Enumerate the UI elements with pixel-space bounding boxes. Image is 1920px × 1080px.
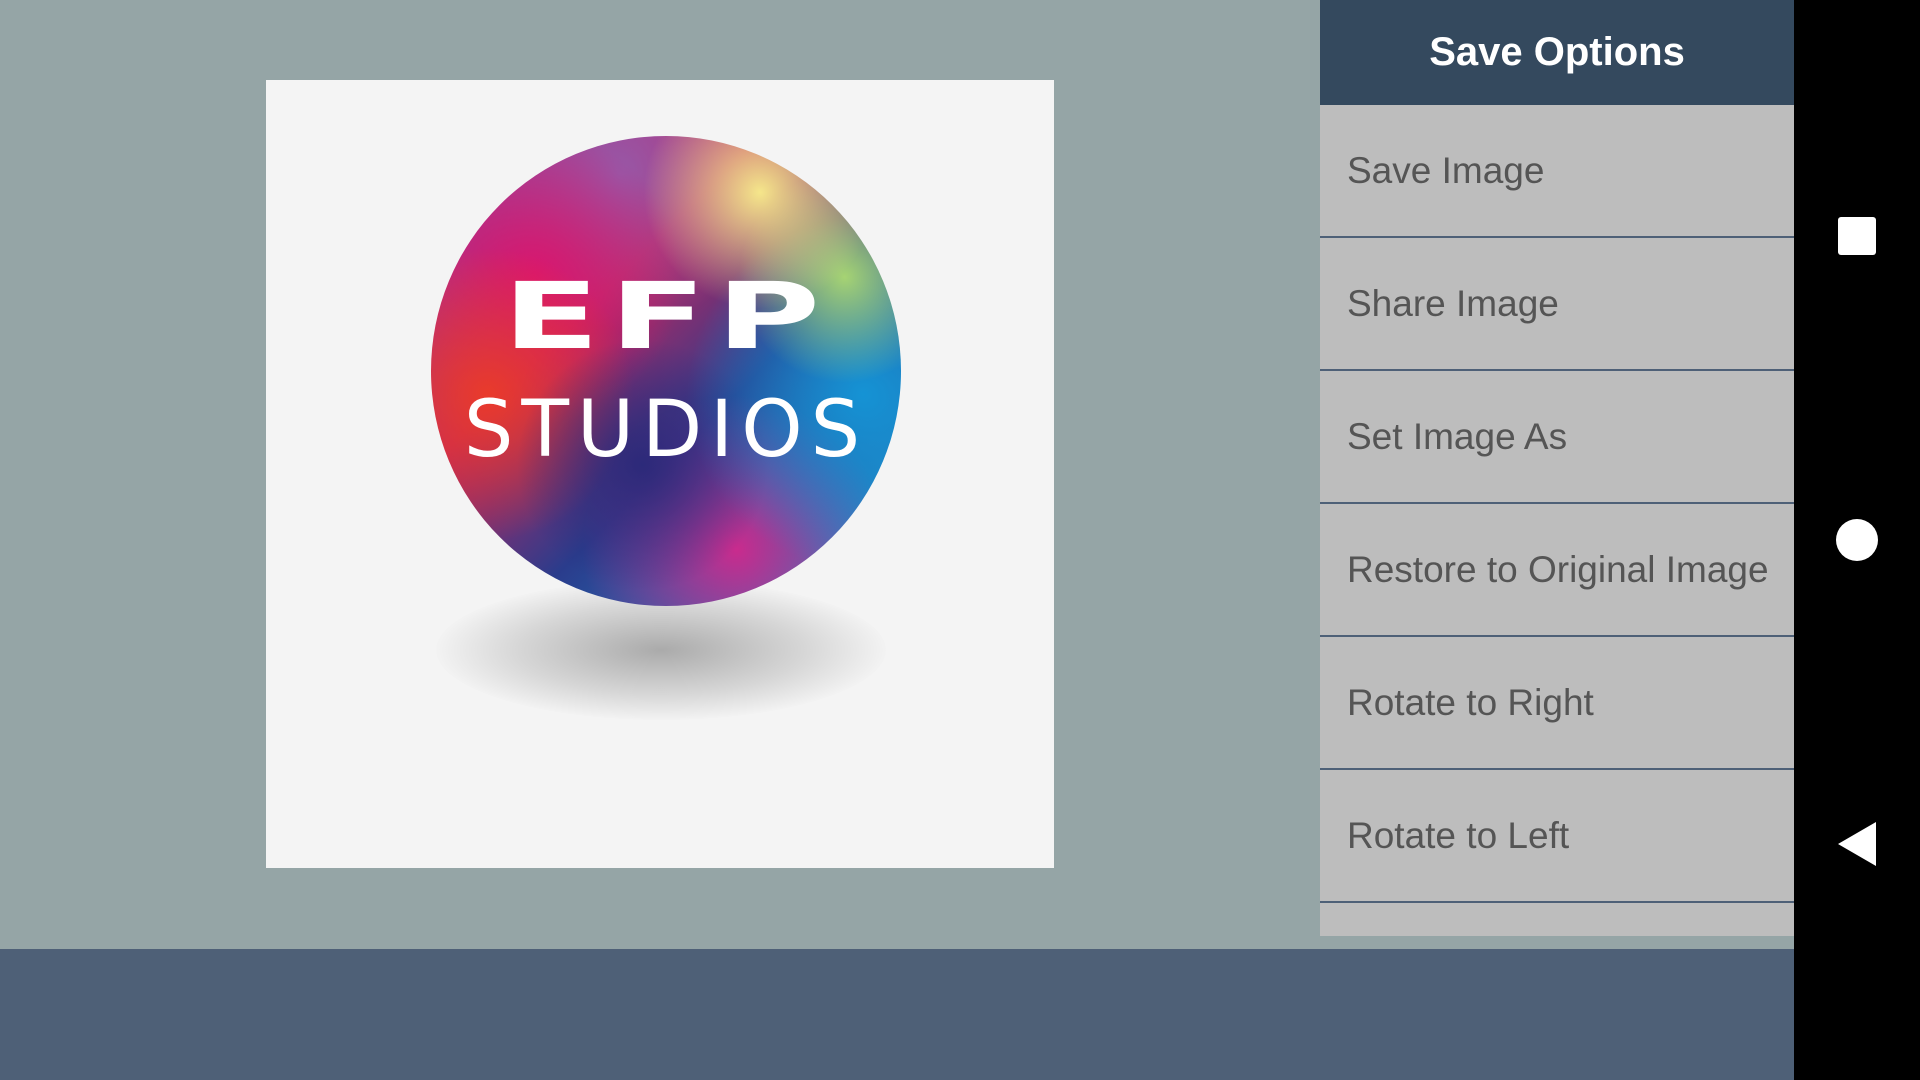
menu-item-save-image[interactable]: Save Image <box>1320 105 1794 238</box>
recents-button[interactable] <box>1794 176 1920 296</box>
recents-icon <box>1838 217 1876 255</box>
menu-item-label: Share Image <box>1347 282 1559 324</box>
menu-item-rotate-left[interactable]: Rotate to Left <box>1320 770 1794 903</box>
menu-item-set-image-as[interactable]: Set Image As <box>1320 371 1794 504</box>
back-icon <box>1838 822 1876 866</box>
menu-item-rotate-right[interactable]: Rotate to Right <box>1320 637 1794 770</box>
menu-item-label: Rotate to Right <box>1347 681 1594 723</box>
menu-item-label: Save Image <box>1347 149 1545 191</box>
back-button[interactable] <box>1794 784 1920 904</box>
menu-title: Save Options <box>1320 0 1794 105</box>
home-icon <box>1836 519 1878 561</box>
menu-item-label: Restore to Original Image <box>1347 548 1769 590</box>
image-preview[interactable]: EFP STUDIOS <box>266 80 1054 868</box>
logo-text-efp: EFP <box>502 263 830 370</box>
menu-item-share-image[interactable]: Share Image <box>1320 238 1794 371</box>
home-button[interactable] <box>1794 480 1920 600</box>
efp-studios-logo: EFP STUDIOS <box>431 136 901 606</box>
logo-text-studios: STUDIOS <box>463 385 869 475</box>
android-nav-bar <box>1794 0 1920 1080</box>
bottom-toolbar <box>0 949 1794 1080</box>
save-options-menu: Save Options Save Image Share Image Set … <box>1320 0 1794 936</box>
menu-item-restore-original[interactable]: Restore to Original Image <box>1320 504 1794 637</box>
menu-item-label: Set Image As <box>1347 415 1568 457</box>
menu-item-label: Rotate to Left <box>1347 814 1570 856</box>
